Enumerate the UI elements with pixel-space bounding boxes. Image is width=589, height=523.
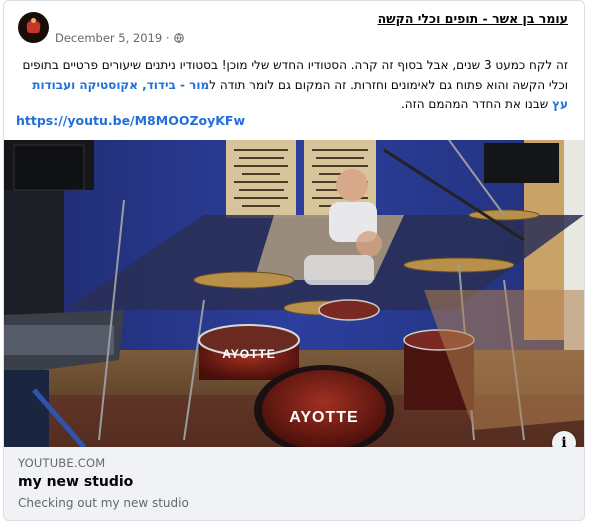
author-name[interactable]: עומר בן אשר - תופים וכלי הקשה — [378, 11, 568, 26]
studio-photo: AYOTTE AYOTTE — [4, 140, 584, 447]
post-text-tail: שבנו את החדר המהמם הזה. — [400, 97, 553, 111]
youtube-link[interactable]: https://youtu.be/M8MOOZoyKFw — [16, 113, 245, 128]
post-date[interactable]: December 5, 2019 · — [55, 31, 170, 45]
preview-description: Checking out my new studio — [18, 496, 189, 510]
video-thumbnail[interactable]: AYOTTE AYOTTE i — [4, 140, 584, 447]
post-header: עומר בן אשר - תופים וכלי הקשה December 5… — [4, 1, 584, 51]
post-text: זה לקח כמעט 3 שנים, אבל בסוף זה קרה. הסט… — [16, 56, 568, 115]
avatar[interactable] — [18, 12, 49, 43]
preview-title[interactable]: my new studio — [18, 474, 133, 490]
drum-logo-tom: AYOTTE — [222, 347, 276, 361]
drum-logo-bass: AYOTTE — [289, 409, 358, 426]
globe-icon — [173, 33, 184, 43]
preview-domain: YOUTUBE.COM — [18, 456, 106, 470]
post-card: עומר בן אשר - תופים וכלי הקשה December 5… — [3, 0, 585, 521]
link-preview[interactable]: YOUTUBE.COM my new studio Checking out m… — [4, 447, 584, 520]
post-meta: December 5, 2019 · — [55, 31, 184, 45]
